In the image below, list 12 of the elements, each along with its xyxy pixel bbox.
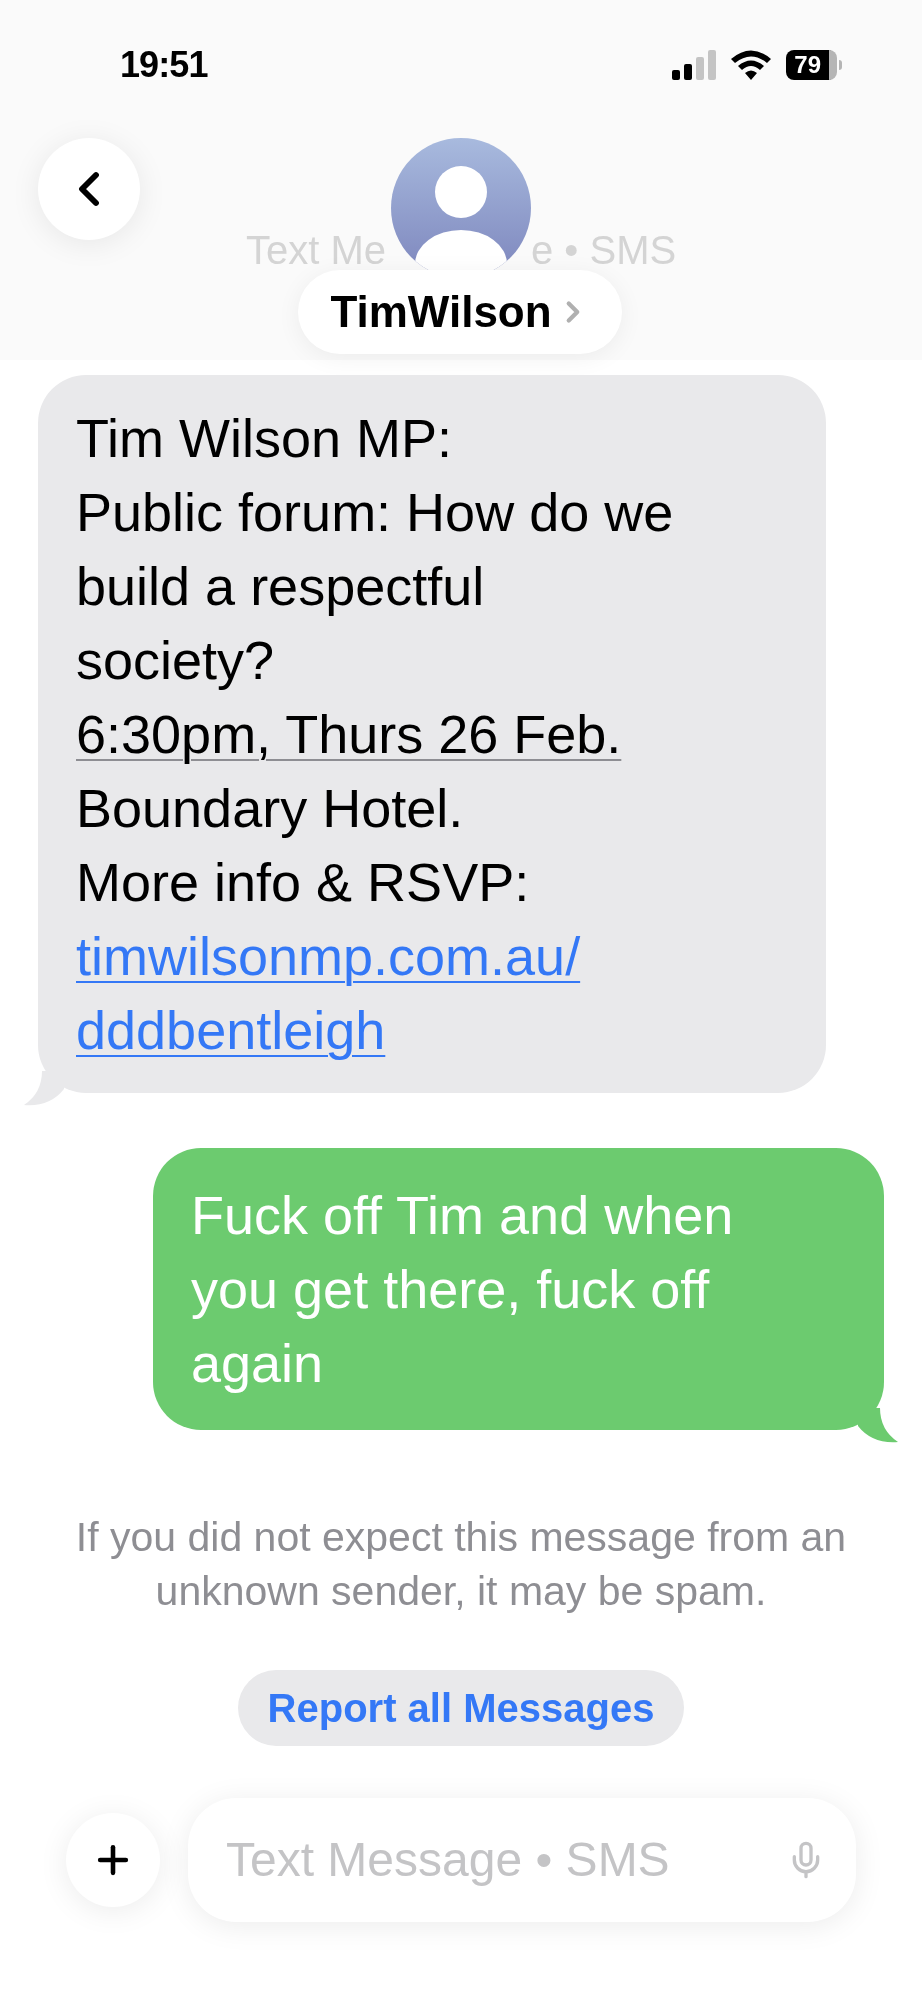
status-time: 19:51 bbox=[120, 43, 208, 87]
message-input[interactable]: Text Message • SMS bbox=[188, 1798, 856, 1922]
message-input-field[interactable]: Text Message • SMS bbox=[226, 1824, 786, 1896]
message-link[interactable]: dddbentleigh bbox=[76, 1000, 386, 1060]
message-link[interactable]: timwilsonmp.com.au/ bbox=[76, 926, 581, 986]
message-text: Tim Wilson MP: Public forum: How do we build a respectful society? 6:30pm, Thurs 26 Feb. Boundary Hotel. More info & RSVP: timwilsonmp.com.au/ dddbentleigh bbox=[76, 407, 675, 1062]
signal-icon bbox=[672, 50, 717, 80]
battery-indicator: 79 bbox=[786, 50, 842, 80]
message-text: Fuck off Tim and when you get there, fuck off again bbox=[191, 1184, 735, 1395]
wifi-icon bbox=[730, 50, 773, 80]
report-button[interactable]: Report all Messages bbox=[237, 1670, 685, 1746]
spam-notice: If you did not expect this message from an unknown sender, it may be spam. bbox=[74, 1513, 848, 1616]
